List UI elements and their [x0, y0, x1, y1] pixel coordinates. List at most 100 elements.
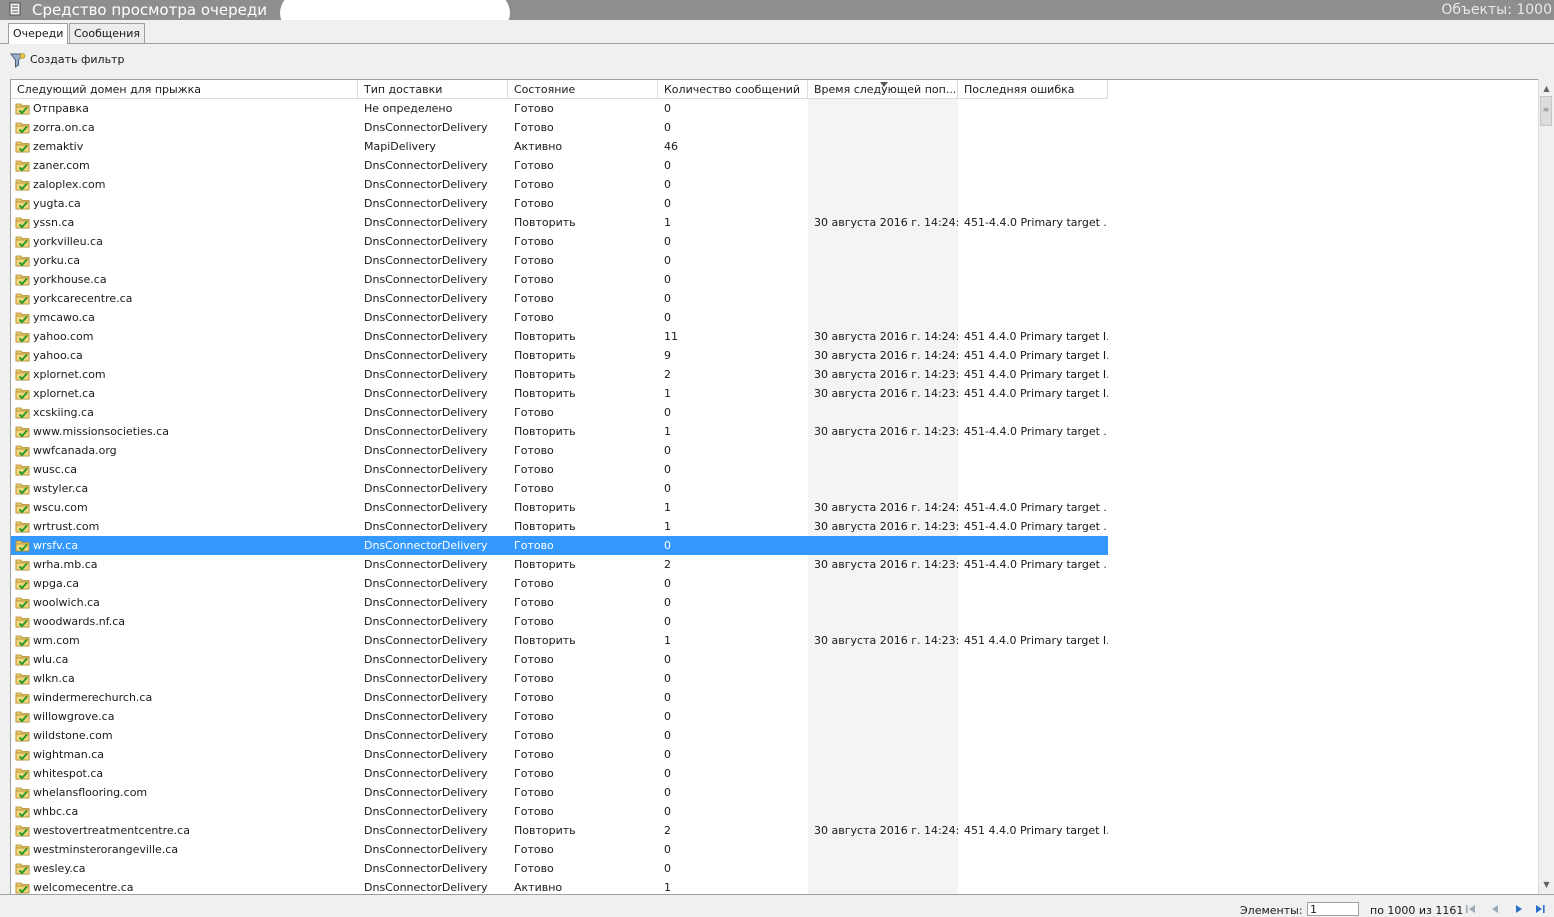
message-count-cell: 0	[664, 786, 671, 799]
last-error-cell	[964, 612, 1108, 631]
page-input[interactable]: 1	[1307, 902, 1359, 916]
message-count-cell: 0	[664, 406, 671, 419]
queue-folder-check-icon	[15, 350, 30, 362]
last-error-cell	[964, 783, 1108, 802]
table-row[interactable]: woolwich.ca DnsConnectorDelivery Готово 0	[11, 593, 1108, 612]
last-error-cell	[964, 840, 1108, 859]
domain-cell: wpga.ca	[33, 577, 79, 590]
table-row[interactable]: wildstone.com DnsConnectorDelivery Готово 0	[11, 726, 1108, 745]
domain-cell: yssn.ca	[33, 216, 75, 229]
table-row[interactable]: welcomecentre.ca DnsConnectorDelivery Акти…	[11, 878, 1108, 895]
table-row[interactable]: wrsfv.ca DnsConnectorDelivery Готово 0	[11, 536, 1108, 555]
table-row[interactable]: zemaktiv MapiDelivery Активно 46	[11, 137, 1108, 156]
domain-cell: whitespot.ca	[33, 767, 104, 780]
next-retry-cell	[814, 650, 959, 669]
table-row[interactable]: wm.com DnsConnectorDelivery Повторить 1 30 а…	[11, 631, 1108, 650]
message-count-cell: 0	[664, 463, 671, 476]
table-row[interactable]: yorku.ca DnsConnectorDelivery Готово 0	[11, 251, 1108, 270]
scroll-up-icon[interactable]: ▲	[1539, 81, 1554, 96]
table-row[interactable]: westovertreatmentcentre.ca DnsConnectorDe…	[11, 821, 1108, 840]
table-row[interactable]: wrtrust.com DnsConnectorDelivery Повторить…	[11, 517, 1108, 536]
delivery-type-cell: DnsConnectorDelivery	[364, 159, 488, 172]
table-row[interactable]: wlkn.ca DnsConnectorDelivery Готово 0	[11, 669, 1108, 688]
last-error-cell: 451 4.4.0 Primary target I...	[964, 634, 1108, 647]
col-header-delivery-type[interactable]: Тип доставки	[358, 80, 508, 99]
queue-folder-check-icon	[15, 407, 30, 419]
vertical-scrollbar[interactable]: ▲ ≡ ▼	[1538, 79, 1554, 894]
table-row[interactable]: xcskiing.ca DnsConnectorDelivery Готово 0	[11, 403, 1108, 422]
state-cell: Готово	[514, 444, 554, 457]
last-error-cell	[964, 878, 1108, 895]
table-row[interactable]: yorkcarecentre.ca DnsConnectorDelivery Гот…	[11, 289, 1108, 308]
table-row[interactable]: yorkvilleu.ca DnsConnectorDelivery Готово 0	[11, 232, 1108, 251]
next-retry-cell	[814, 612, 959, 631]
scroll-thumb[interactable]: ≡	[1540, 96, 1552, 126]
table-row[interactable]: wstyler.ca DnsConnectorDelivery Готово 0	[11, 479, 1108, 498]
queue-grid[interactable]: Следующий домен для прыжка Тип доставки …	[10, 79, 1554, 895]
next-page-icon[interactable]	[1511, 902, 1527, 916]
table-row[interactable]: whbc.ca DnsConnectorDelivery Готово 0	[11, 802, 1108, 821]
last-error-cell: 451-4.4.0 Primary target ...	[964, 216, 1108, 229]
state-cell: Готово	[514, 786, 554, 799]
table-row[interactable]: yssn.ca DnsConnectorDelivery Повторить 1 30 …	[11, 213, 1108, 232]
last-page-icon[interactable]	[1532, 902, 1548, 916]
table-row[interactable]: wightman.ca DnsConnectorDelivery Готово 0	[11, 745, 1108, 764]
next-retry-cell	[814, 194, 959, 213]
queue-folder-check-icon	[15, 464, 30, 476]
table-row[interactable]: wlu.ca DnsConnectorDelivery Готово 0	[11, 650, 1108, 669]
domain-cell: ymcawo.ca	[33, 311, 95, 324]
first-page-icon[interactable]	[1463, 902, 1479, 916]
last-error-cell	[964, 802, 1108, 821]
col-header-message-count[interactable]: Количество сообщений	[658, 80, 808, 99]
table-row[interactable]: windermerechurch.ca DnsConnectorDelivery Г…	[11, 688, 1108, 707]
table-row[interactable]: yorkhouse.ca DnsConnectorDelivery Готово 0	[11, 270, 1108, 289]
col-header-last-error[interactable]: Последняя ошибка	[958, 80, 1108, 99]
table-row[interactable]: ymcawo.ca DnsConnectorDelivery Готово 0	[11, 308, 1108, 327]
last-error-cell: 451-4.4.0 Primary target ...	[964, 425, 1108, 438]
table-row[interactable]: whelansflooring.com DnsConnectorDelivery Г…	[11, 783, 1108, 802]
scroll-down-icon[interactable]: ▼	[1539, 877, 1554, 892]
delivery-type-cell: DnsConnectorDelivery	[364, 786, 488, 799]
table-row[interactable]: woodwards.nf.ca DnsConnectorDelivery Готов…	[11, 612, 1108, 631]
table-row[interactable]: xplornet.com DnsConnectorDelivery Повторит…	[11, 365, 1108, 384]
table-row[interactable]: wwfcanada.org DnsConnectorDelivery Готово 0	[11, 441, 1108, 460]
state-cell: Повторить	[514, 501, 576, 514]
table-row[interactable]: wesley.ca DnsConnectorDelivery Готово 0	[11, 859, 1108, 878]
domain-cell: woolwich.ca	[33, 596, 100, 609]
domain-cell: westovertreatmentcentre.ca	[33, 824, 190, 837]
table-row[interactable]: wrha.mb.ca DnsConnectorDelivery Повторить 2…	[11, 555, 1108, 574]
table-row[interactable]: wscu.com DnsConnectorDelivery Повторить 1 30…	[11, 498, 1108, 517]
domain-cell: wlkn.ca	[33, 672, 75, 685]
last-error-cell: 451 4.4.0 Primary target I...	[964, 330, 1108, 343]
table-row[interactable]: xplornet.ca DnsConnectorDelivery Повторить…	[11, 384, 1108, 403]
message-count-cell: 0	[664, 444, 671, 457]
table-row[interactable]: zorra.on.ca DnsConnectorDelivery Готово 0	[11, 118, 1108, 137]
table-row[interactable]: wusc.ca DnsConnectorDelivery Готово 0	[11, 460, 1108, 479]
col-header-state[interactable]: Состояние	[508, 80, 658, 99]
col-header-next-retry[interactable]: Время следующей поп...	[808, 80, 958, 99]
table-row[interactable]: whitespot.ca DnsConnectorDelivery Готово 0	[11, 764, 1108, 783]
table-row[interactable]: westminsterorangeville.ca DnsConnectorDel…	[11, 840, 1108, 859]
prev-page-icon[interactable]	[1487, 902, 1503, 916]
table-row[interactable]: zaloplex.com DnsConnectorDelivery Готово 0	[11, 175, 1108, 194]
col-header-domain[interactable]: Следующий домен для прыжка	[11, 80, 358, 99]
tab-queues[interactable]: Очереди	[8, 23, 69, 44]
table-row[interactable]: Отправка Не определено Готово 0	[11, 99, 1108, 118]
table-row[interactable]: wpga.ca DnsConnectorDelivery Готово 0	[11, 574, 1108, 593]
message-count-cell: 1	[664, 387, 671, 400]
table-row[interactable]: yahoo.com DnsConnectorDelivery Повторить 11…	[11, 327, 1108, 346]
items-range: по 1000 из 1161	[1370, 904, 1464, 917]
table-row[interactable]: zaner.com DnsConnectorDelivery Готово 0	[11, 156, 1108, 175]
state-cell: Повторить	[514, 349, 576, 362]
next-retry-cell	[814, 308, 959, 327]
queue-folder-check-icon	[15, 863, 30, 875]
next-retry-cell	[814, 289, 959, 308]
message-count-cell: 0	[664, 311, 671, 324]
table-row[interactable]: www.missionsocieties.ca DnsConnectorDeliv…	[11, 422, 1108, 441]
table-row[interactable]: yugta.ca DnsConnectorDelivery Готово 0	[11, 194, 1108, 213]
table-row[interactable]: willowgrove.ca DnsConnectorDelivery Готово…	[11, 707, 1108, 726]
table-row[interactable]: yahoo.ca DnsConnectorDelivery Повторить 9 30…	[11, 346, 1108, 365]
last-error-cell: 451 4.4.0 Primary target I...	[964, 349, 1108, 362]
state-cell: Готово	[514, 805, 554, 818]
tab-messages[interactable]: Сообщения	[69, 23, 146, 43]
